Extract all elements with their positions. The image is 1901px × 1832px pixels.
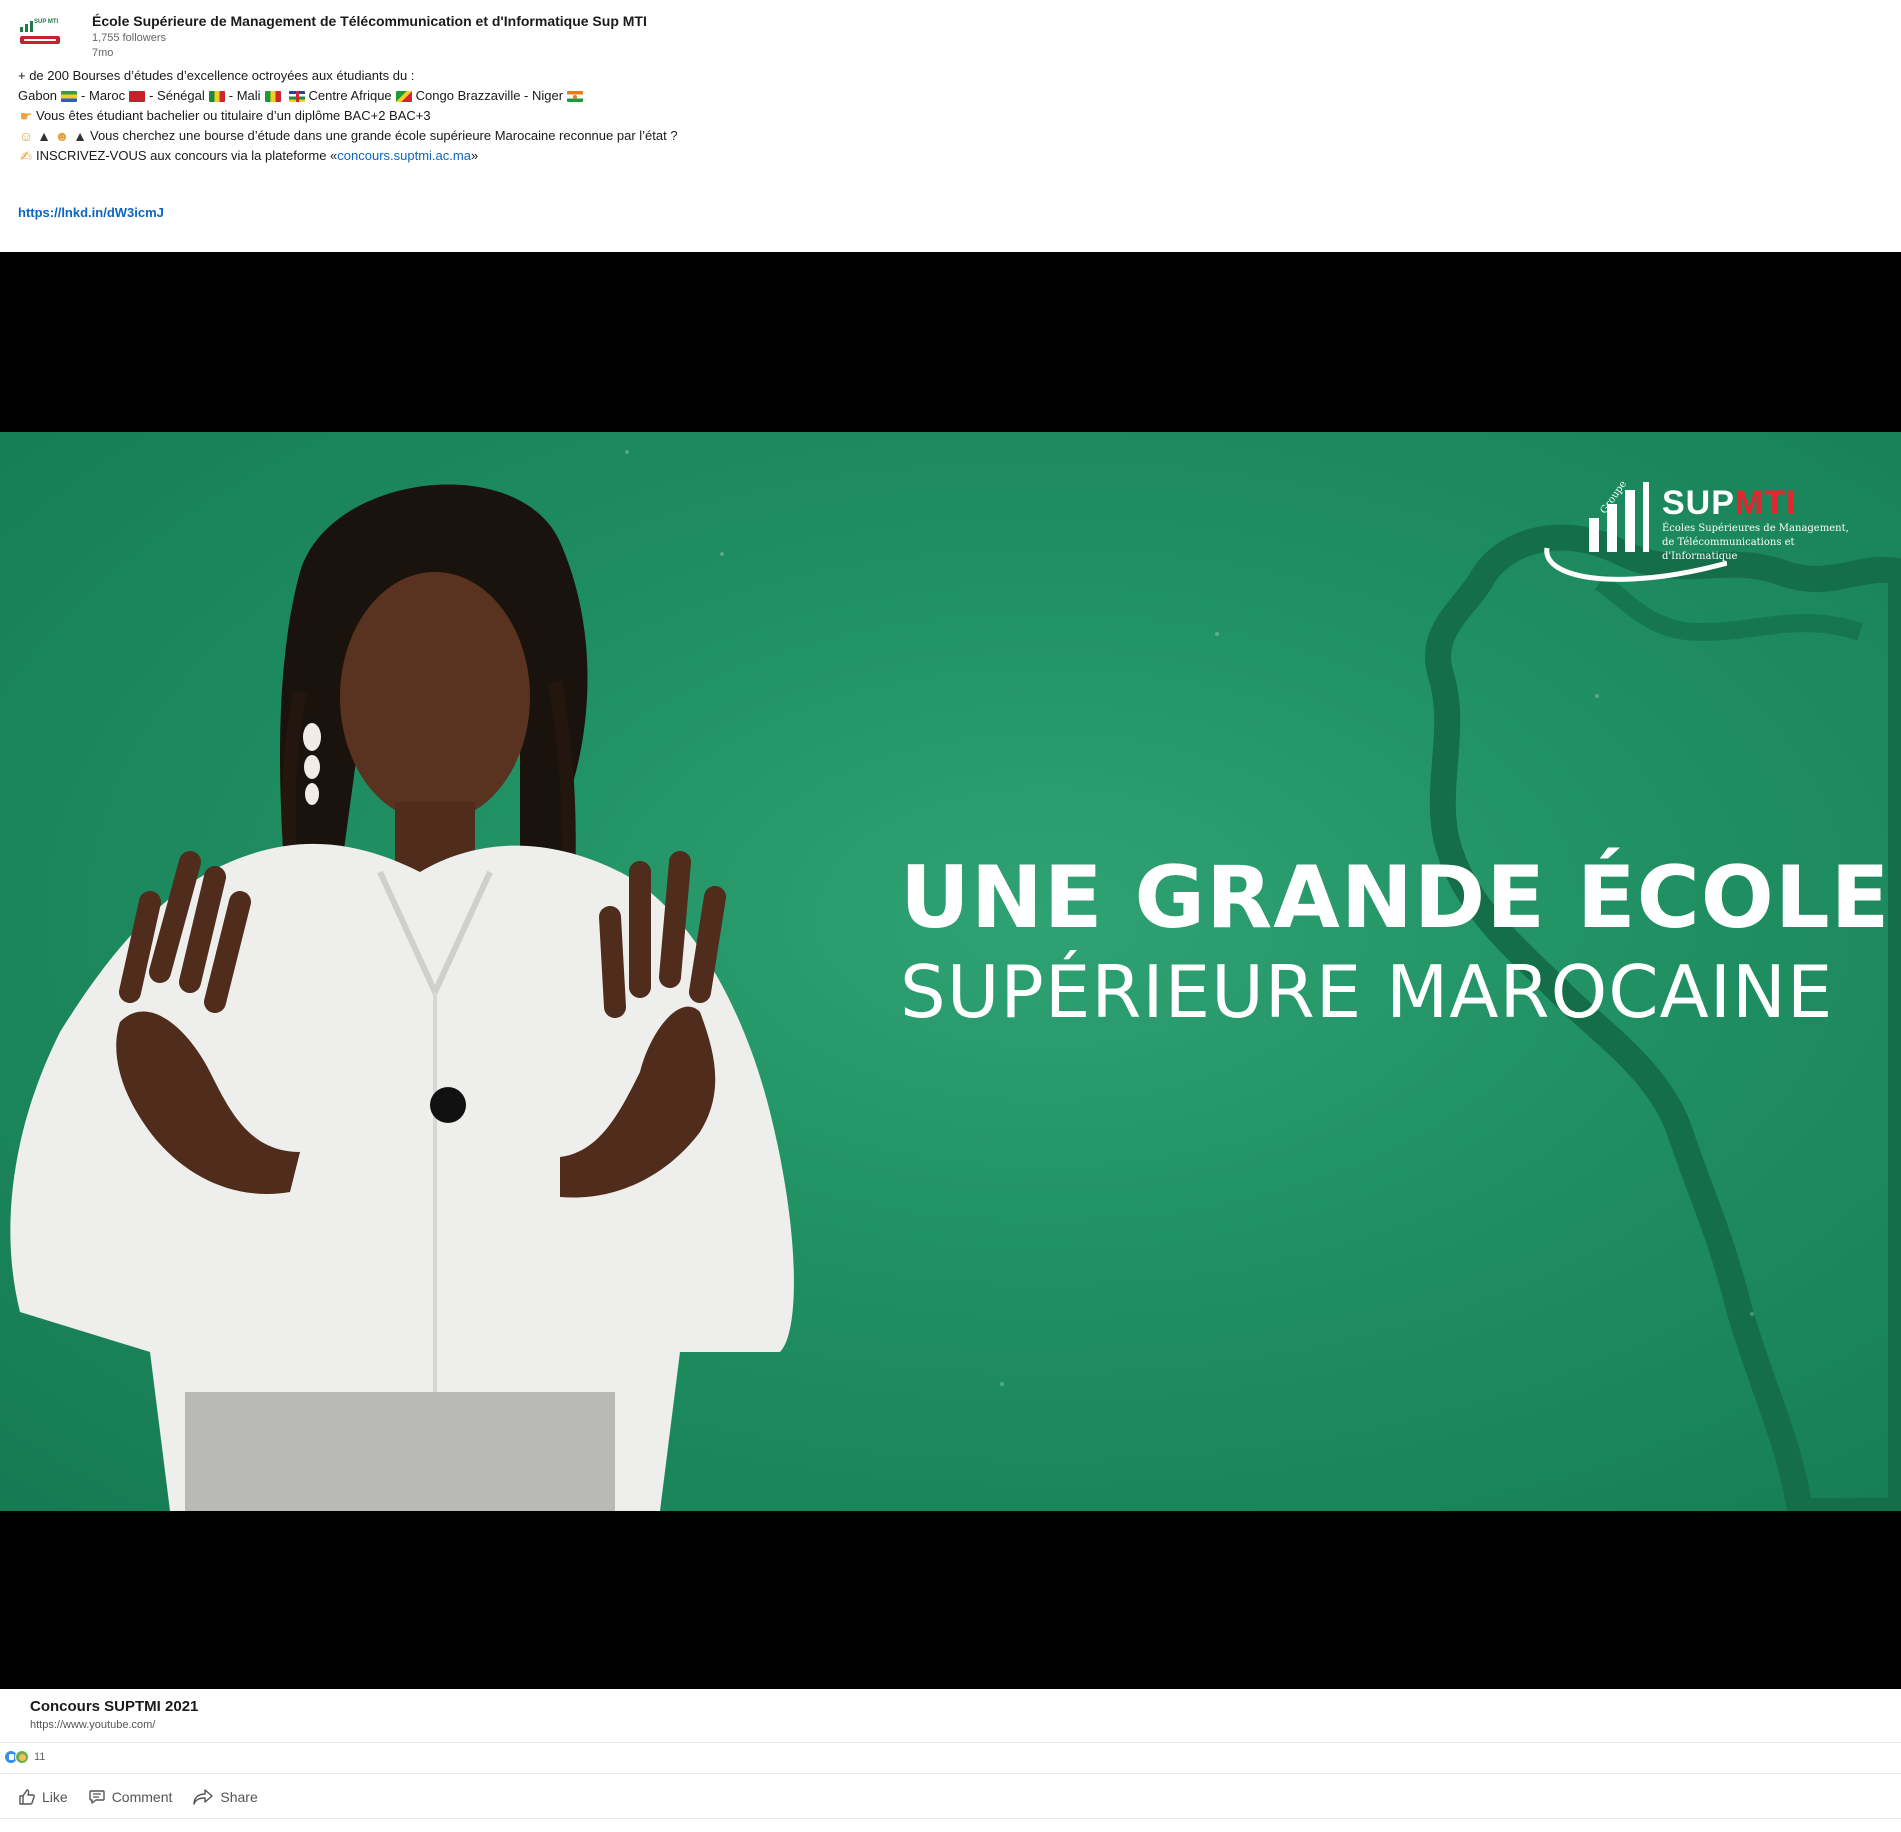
video-headline: UNE GRANDE ÉCOLE SUPÉRIEURE MAROCAINE [900,852,1890,1040]
pointing-hand-icon: ☛ [19,108,33,124]
post-line-5: ✍ INSCRIVEZ-VOUS aux concours via la pla… [18,146,678,166]
author-name[interactable]: École Supérieure de Management de Téléco… [92,12,647,30]
central-african-republic-flag-icon [288,90,305,102]
reaction-count: 11 [34,1751,46,1763]
video-frame: Groupe SUPMTI Écoles Supérieures de Mana… [0,432,1901,1511]
senegal-flag-icon [208,90,225,102]
divider [0,1742,1901,1743]
short-link[interactable]: https://lnkd.in/dW3icmJ [18,205,164,220]
suptmi-brand-logo: Groupe SUPMTI Écoles Supérieures de Mana… [1537,478,1867,598]
thumbs-up-icon [19,1789,35,1805]
divider [0,1773,1901,1774]
congo-flag-icon [395,90,412,102]
writing-hand-icon: ✍ [20,148,32,164]
morocco-flag-icon [129,90,146,102]
post-line-3: ☛ Vous êtes étudiant bachelier ou titula… [19,108,431,124]
post-text: + de 200 Bourses d’études d’excellence o… [18,66,678,166]
graduation-cap-icon: ▲ [37,128,51,144]
follower-count: 1,755 followers [92,32,166,44]
link-preview-url[interactable]: https://www.youtube.com/ [30,1719,155,1731]
headline-line-1: UNE GRANDE ÉCOLE [900,848,1891,948]
logo-text: SUP MTI [34,19,59,25]
brand-subtitle: Écoles Supérieures de Management, de Tél… [1662,523,1849,562]
concours-link[interactable]: concours.suptmi.ac.ma [337,146,471,166]
comment-button[interactable]: Comment [88,1788,173,1806]
divider [0,1818,1901,1819]
share-icon [193,1789,214,1805]
reactions-summary[interactable]: 11 [4,1749,45,1765]
gabon-flag-icon [61,90,78,102]
speaker-illustration [10,484,794,1511]
link-preview-title[interactable]: Concours SUPTMI 2021 [30,1698,198,1715]
like-button[interactable]: Like [18,1788,68,1806]
share-label: Share [220,1789,258,1805]
mali-flag-icon [264,90,281,102]
post-line-1: + de 200 Bourses d’études d’excellence o… [18,68,415,83]
brand-name: SUPMTI [1662,484,1797,522]
post-line-countries: Gabon - Maroc - Sénégal - Mali Centre Af… [18,86,678,106]
graduation-cap-icon: ▲ [73,128,87,144]
company-logo[interactable]: SUP MTI [18,16,62,48]
comment-label: Comment [111,1789,173,1805]
video-player[interactable]: Groupe SUPMTI Écoles Supérieures de Mana… [0,252,1901,1689]
comment-icon [88,1790,105,1804]
post-header: SUP MTI École Supérieure de Management d… [18,12,647,62]
person-icon: ☺ [18,128,34,144]
share-button[interactable]: Share [192,1788,258,1806]
post-age: 7mo [92,47,114,59]
headline-line-2: SUPÉRIEURE MAROCAINE [900,950,1834,1034]
like-label: Like [42,1789,68,1805]
post-actions: Like Comment Share [18,1784,278,1810]
person-icon: ☻ [54,128,70,144]
niger-flag-icon [567,90,584,102]
post-line-4: ☺ ▲ ☻ ▲ Vous cherchez une bourse d’étude… [18,128,678,144]
support-icon [15,1750,29,1764]
